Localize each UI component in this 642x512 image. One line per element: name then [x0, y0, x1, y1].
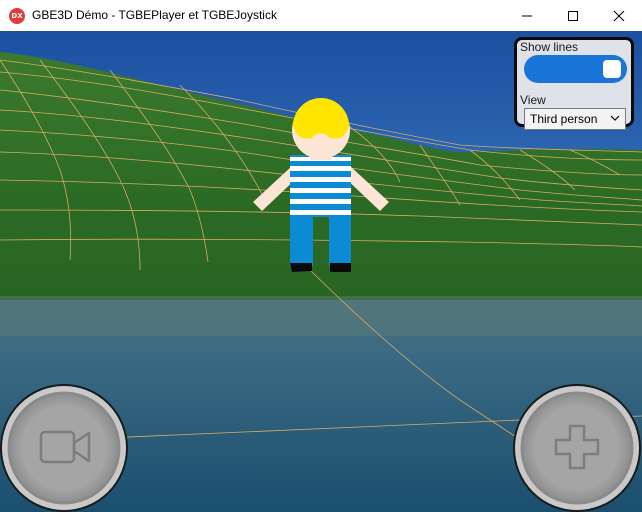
app-icon: DX [9, 8, 25, 24]
show-lines-label: Show lines [520, 40, 579, 54]
close-button[interactable] [596, 0, 642, 31]
view-label: View [520, 93, 546, 107]
minimize-icon [522, 15, 532, 16]
view-select-value: Third person [530, 112, 598, 126]
shirt [290, 155, 351, 217]
minimize-button[interactable] [504, 0, 550, 31]
right-shoe [330, 263, 351, 272]
maximize-button[interactable] [550, 0, 596, 31]
view-select[interactable]: Third person [524, 108, 626, 130]
chevron-down-icon [610, 112, 620, 126]
3d-viewport[interactable]: Show lines View Third person [0, 31, 642, 512]
right-leg [329, 216, 351, 266]
left-shoe [290, 263, 312, 272]
water-haze [0, 296, 642, 336]
left-leg [290, 216, 313, 266]
window-title: GBE3D Démo - TGBEPlayer et TGBEJoystick [32, 8, 277, 22]
toggle-knob[interactable] [603, 60, 621, 78]
settings-panel: Show lines View Third person [514, 37, 634, 130]
maximize-icon [568, 10, 578, 21]
close-icon [613, 10, 625, 21]
camera-joystick[interactable] [0, 384, 128, 512]
title-bar: DX GBE3D Démo - TGBEPlayer et TGBEJoysti… [0, 0, 642, 31]
show-lines-toggle[interactable] [524, 55, 627, 83]
move-joystick[interactable] [513, 384, 641, 512]
